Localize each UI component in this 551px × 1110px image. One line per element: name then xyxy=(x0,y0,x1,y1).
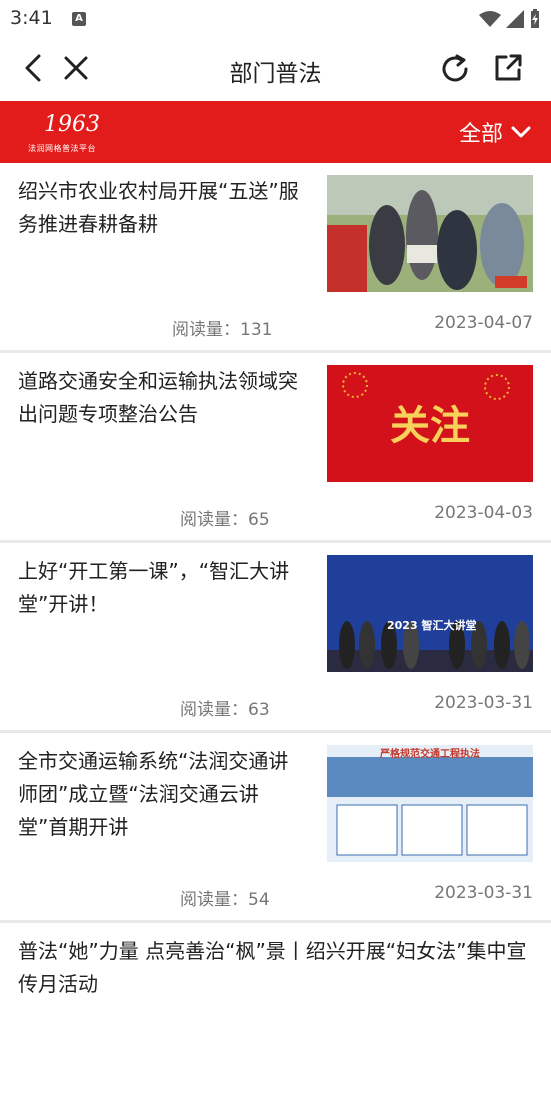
logo-text: 法润网格普法平台 xyxy=(28,144,96,153)
status-icons xyxy=(478,8,541,28)
article-date: 2023-03-31 xyxy=(434,883,533,903)
wifi-icon xyxy=(478,10,501,27)
article-thumbnail: 2023 智汇大讲堂 xyxy=(327,555,533,672)
article-thumbnail: 严格规范交通工程执法 xyxy=(327,745,533,862)
thumbnail-caption: 关注 xyxy=(390,402,470,449)
article-title: 绍兴市农业农村局开展“五送”服务推进春耕备耕 xyxy=(18,179,299,236)
read-count: 阅读量：131 xyxy=(172,320,273,340)
status-time: 3:41 xyxy=(10,7,53,29)
article-date: 2023-03-31 xyxy=(434,693,533,713)
thumbnail-caption: 2023 智汇大讲堂 xyxy=(387,619,477,632)
category-filter-dropdown[interactable]: 全部 xyxy=(459,117,531,147)
read-count: 阅读量：65 xyxy=(180,510,270,530)
read-count: 阅读量：54 xyxy=(180,890,270,910)
article-thumbnail xyxy=(327,175,533,292)
chevron-down-icon xyxy=(511,126,531,138)
filter-label: 全部 xyxy=(458,122,503,147)
article-date: 2023-04-03 xyxy=(434,503,533,523)
article-title: 道路交通安全和运输执法领域突出问题专项整治公告 xyxy=(18,369,298,426)
thumbnail-caption: 严格规范交通工程执法 xyxy=(380,749,480,760)
app-notification-icon: A xyxy=(72,12,86,26)
article-thumbnail: 关注 xyxy=(327,365,533,482)
article-title: 上好“开工第一课”，“智汇大讲堂”开讲！ xyxy=(18,559,290,616)
article-item[interactable]: 绍兴市农业农村局开展“五送”服务推进春耕备耕 阅读量：131 2023-04-0… xyxy=(0,163,551,350)
category-banner: 1963 法润网格普法平台 全部 xyxy=(0,101,551,163)
status-bar: 3:41 A xyxy=(0,0,551,36)
article-item[interactable]: 全市交通运输系统“法润交通讲师团”成立暨“法润交通云讲堂”首期开讲 严格规范交通… xyxy=(0,733,551,920)
article-item[interactable]: 普法“她”力量 点亮善治“枫”景丨绍兴开展“妇女法”集中宣传月活动 xyxy=(0,923,551,1110)
battery-icon xyxy=(531,8,539,28)
article-item[interactable]: 上好“开工第一课”，“智汇大讲堂”开讲！ 2023 智汇大讲堂 阅读量：63 2… xyxy=(0,543,551,730)
nav-bar: 部门普法 xyxy=(0,36,551,100)
signal-icon xyxy=(505,9,524,28)
article-list: 绍兴市农业农村局开展“五送”服务推进春耕备耕 阅读量：131 2023-04-0… xyxy=(0,163,551,1110)
article-item[interactable]: 道路交通安全和运输执法领域突出问题专项整治公告 关注 阅读量：65 2023-0… xyxy=(0,353,551,540)
read-count: 阅读量：63 xyxy=(180,700,270,720)
logo: 1963 xyxy=(44,112,100,137)
article-title: 普法“她”力量 点亮善治“枫”景丨绍兴开展“妇女法”集中宣传月活动 xyxy=(18,939,527,996)
refresh-icon[interactable] xyxy=(438,52,472,86)
article-date: 2023-04-07 xyxy=(434,313,533,333)
article-title: 全市交通运输系统“法润交通讲师团”成立暨“法润交通云讲堂”首期开讲 xyxy=(18,749,289,839)
share-icon[interactable] xyxy=(492,52,524,84)
